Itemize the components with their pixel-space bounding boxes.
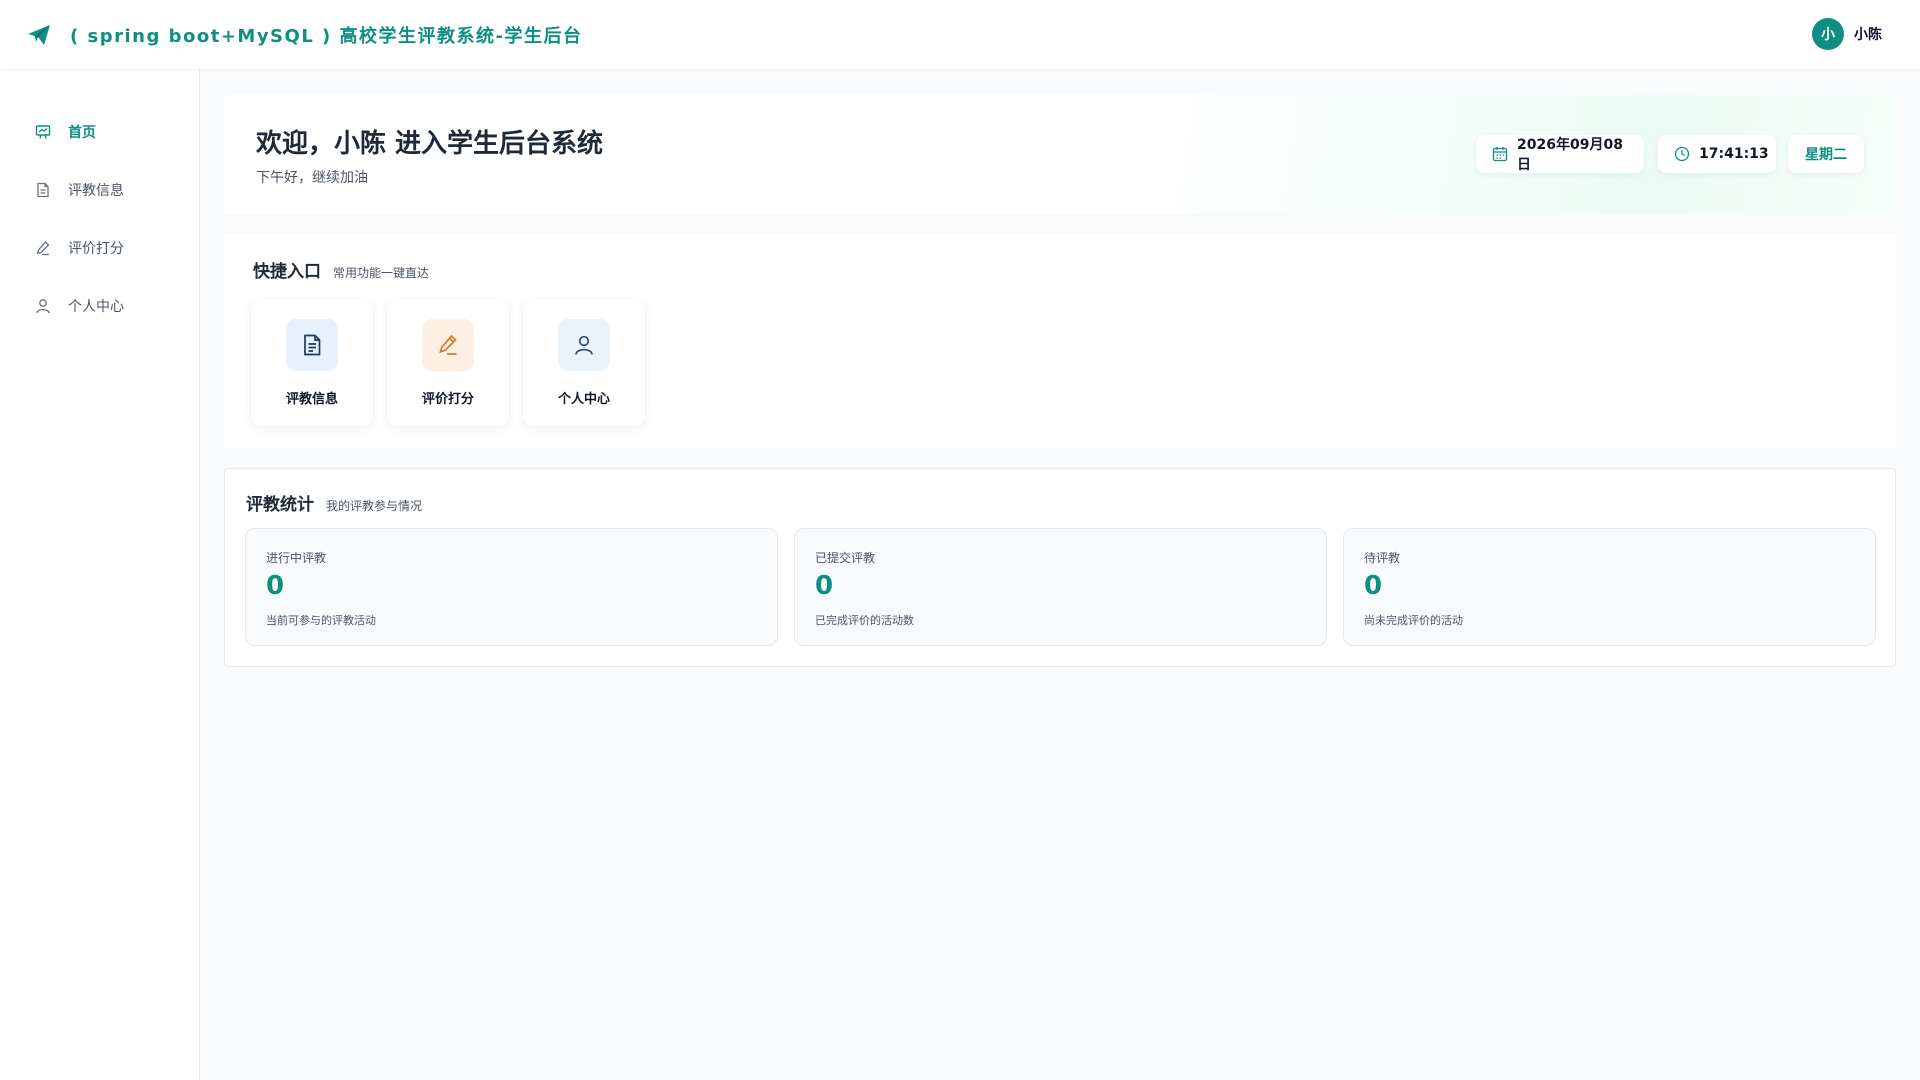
- document-icon: [34, 181, 52, 199]
- sidebar-item-label: 个人中心: [68, 299, 124, 315]
- user-name[interactable]: 小陈: [1854, 24, 1882, 44]
- quick-entry-title: 快捷入口: [253, 262, 321, 282]
- calendar-icon: [1492, 146, 1508, 162]
- date-chip: 2026年09月08日: [1476, 135, 1644, 173]
- quick-entry-panel: 快捷入口 常用功能一键直达 评教信息 评价打分 个人中心: [224, 233, 1896, 448]
- avatar[interactable]: 小: [1812, 18, 1844, 50]
- stat-desc: 已完成评价的活动数: [815, 614, 914, 627]
- sidebar-item-home[interactable]: 首页: [0, 103, 199, 161]
- welcome-subtitle: 下午好，继续加油: [256, 170, 368, 186]
- quick-card-evaluation-info[interactable]: 评教信息: [251, 300, 373, 426]
- time-chip: 17:41:13: [1658, 135, 1776, 173]
- stat-title: 待评教: [1364, 551, 1401, 565]
- paper-plane-icon: [26, 22, 52, 48]
- sidebar-item-label: 评教信息: [68, 183, 124, 199]
- document-icon: [286, 319, 338, 371]
- sidebar-item-label: 评价打分: [68, 241, 124, 257]
- evaluation-stats-panel: 评教统计 我的评教参与情况 进行中评教 0 当前可参与的评教活动 已提交评教 0…: [224, 468, 1896, 667]
- welcome-banner: 欢迎，小陈 进入学生后台系统 下午好，继续加油 2026年09月08日 17:4…: [224, 95, 1896, 214]
- time-text: 17:41:13: [1699, 146, 1769, 162]
- weekday-chip: 星期二: [1788, 135, 1864, 173]
- stat-value: 0: [266, 571, 285, 601]
- stats-subtitle: 我的评教参与情况: [326, 499, 423, 513]
- stats-header: 评教统计 我的评教参与情况: [246, 490, 422, 515]
- top-header: ( spring boot+MySQL ) 高校学生评教系统-学生后台 小 小陈: [0, 0, 1920, 69]
- quick-entry-header: 快捷入口 常用功能一键直达: [253, 257, 429, 282]
- user-menu[interactable]: 小 小陈: [1812, 18, 1882, 50]
- quick-card-label: 评教信息: [285, 392, 338, 407]
- pen-icon: [422, 319, 474, 371]
- stat-value: 0: [1364, 571, 1383, 601]
- pen-icon: [34, 239, 52, 257]
- app-title: ( spring boot+MySQL ) 高校学生评教系统-学生后台: [70, 25, 583, 47]
- quick-card-label: 个人中心: [557, 392, 610, 407]
- welcome-title: 欢迎，小陈 进入学生后台系统: [256, 129, 604, 159]
- quick-entry-subtitle: 常用功能一键直达: [333, 266, 430, 280]
- quick-card-label: 评价打分: [421, 392, 474, 407]
- stat-desc: 尚未完成评价的活动: [1364, 614, 1463, 627]
- sidebar-item-evaluation-info[interactable]: 评教信息: [0, 161, 199, 219]
- date-text: 2026年09月08日: [1517, 137, 1623, 173]
- presentation-board-icon: [34, 123, 52, 141]
- quick-card-profile[interactable]: 个人中心: [523, 300, 645, 426]
- stat-card-pending: 待评教 0 尚未完成评价的活动: [1343, 528, 1876, 646]
- user-icon: [34, 297, 52, 315]
- clock-icon: [1674, 146, 1690, 162]
- sidebar-item-profile[interactable]: 个人中心: [0, 277, 199, 335]
- sidebar-item-scoring[interactable]: 评价打分: [0, 219, 199, 277]
- sidebar: 首页 评教信息 评价打分 个人中心: [0, 69, 200, 1080]
- stat-value: 0: [815, 571, 834, 601]
- sidebar-item-label: 首页: [68, 125, 96, 141]
- stat-title: 进行中评教: [266, 551, 327, 565]
- user-icon: [558, 319, 610, 371]
- stat-card-in-progress: 进行中评教 0 当前可参与的评教活动: [245, 528, 778, 646]
- quick-card-scoring[interactable]: 评价打分: [387, 300, 509, 426]
- stat-desc: 当前可参与的评教活动: [266, 614, 376, 627]
- stat-card-submitted: 已提交评教 0 已完成评价的活动数: [794, 528, 1327, 646]
- stat-title: 已提交评教: [815, 551, 876, 565]
- stats-title: 评教统计: [246, 495, 314, 515]
- weekday-text: 星期二: [1805, 147, 1847, 163]
